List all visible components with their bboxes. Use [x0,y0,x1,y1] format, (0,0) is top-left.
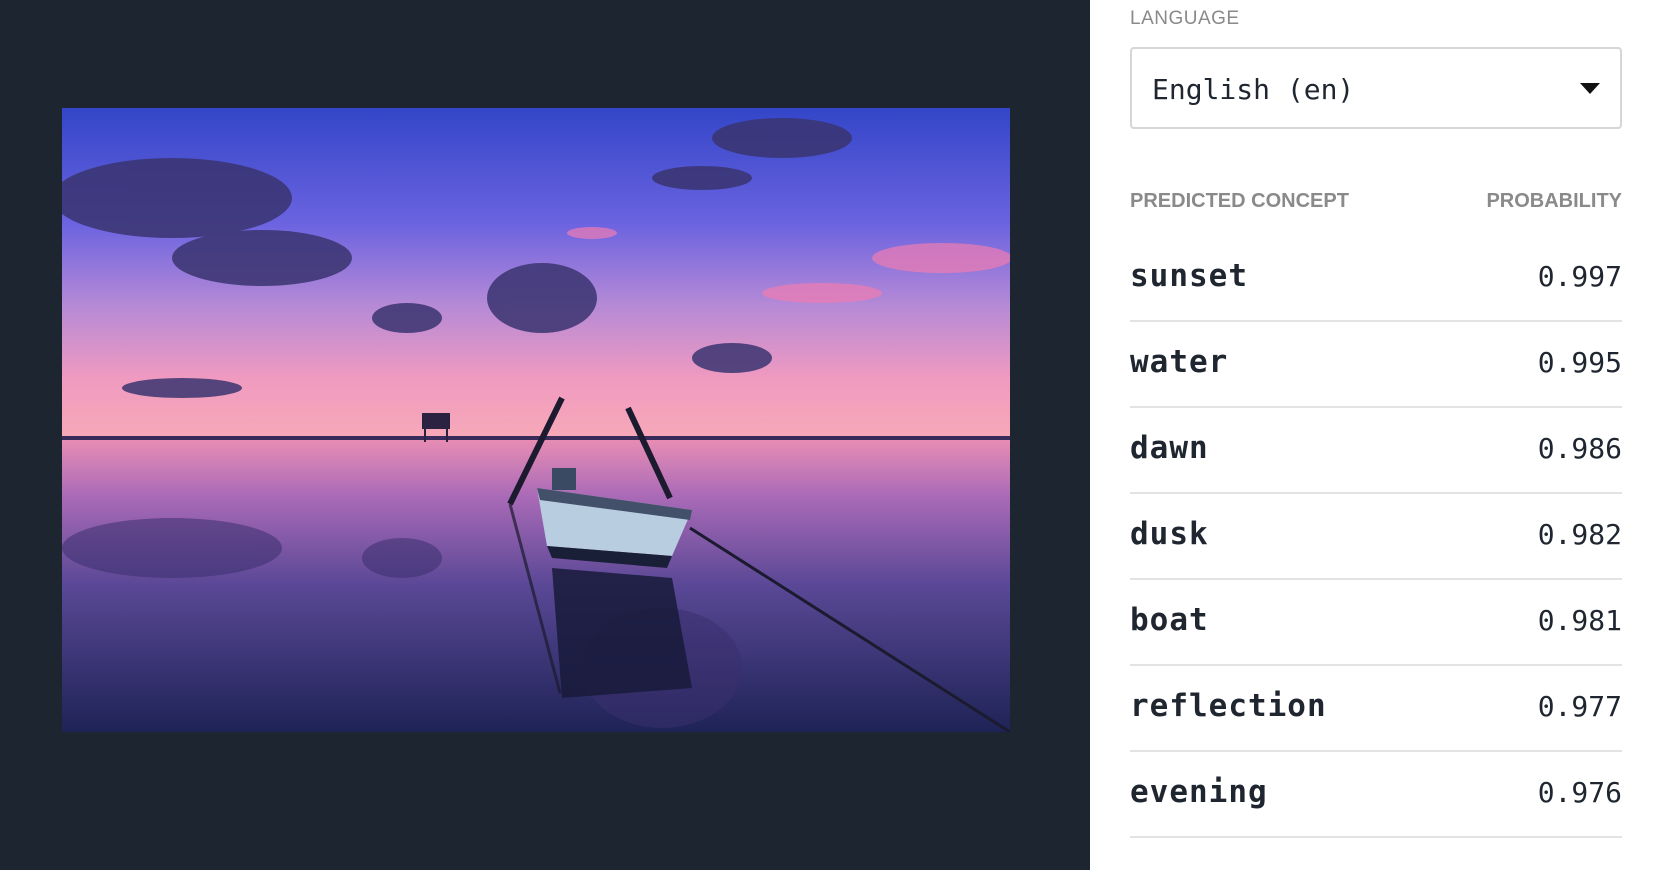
concept-probability: 0.977 [1537,690,1622,723]
table-row: boat 0.981 [1130,580,1622,666]
concept-name: water [1130,344,1229,380]
language-label: LANGUAGE [1130,8,1240,29]
concept-probability: 0.997 [1537,260,1622,293]
concept-name: dawn [1130,430,1209,466]
table-row: water 0.995 [1130,322,1622,408]
concept-name: evening [1130,774,1268,810]
header-probability: PROBABILITY [1486,190,1622,212]
prediction-panel: LANGUAGE English (en) PREDICTED CONCEPT … [1090,0,1654,870]
header-predicted-concept: PREDICTED CONCEPT [1130,190,1349,212]
caret-down-icon [1580,83,1600,94]
table-row: dawn 0.986 [1130,408,1622,494]
image-panel [0,0,1090,870]
concept-probability: 0.981 [1537,604,1622,637]
uploaded-photo [62,108,1010,732]
language-selected-value: English (en) [1152,73,1355,106]
concept-probability: 0.976 [1537,776,1622,809]
language-select[interactable]: English (en) [1130,47,1622,129]
concept-list: sunset 0.997 water 0.995 dawn 0.986 dusk… [1130,236,1622,838]
concept-probability: 0.995 [1537,346,1622,379]
concept-probability: 0.982 [1537,518,1622,551]
concept-name: dusk [1130,516,1209,552]
concept-name: sunset [1130,258,1248,294]
concept-name: reflection [1130,688,1327,724]
table-row: reflection 0.977 [1130,666,1622,752]
concept-name: boat [1130,602,1209,638]
table-row: evening 0.976 [1130,752,1622,838]
table-row: sunset 0.997 [1130,236,1622,322]
table-row: dusk 0.982 [1130,494,1622,580]
table-header: PREDICTED CONCEPT PROBABILITY [1130,190,1622,218]
concept-probability: 0.986 [1537,432,1622,465]
